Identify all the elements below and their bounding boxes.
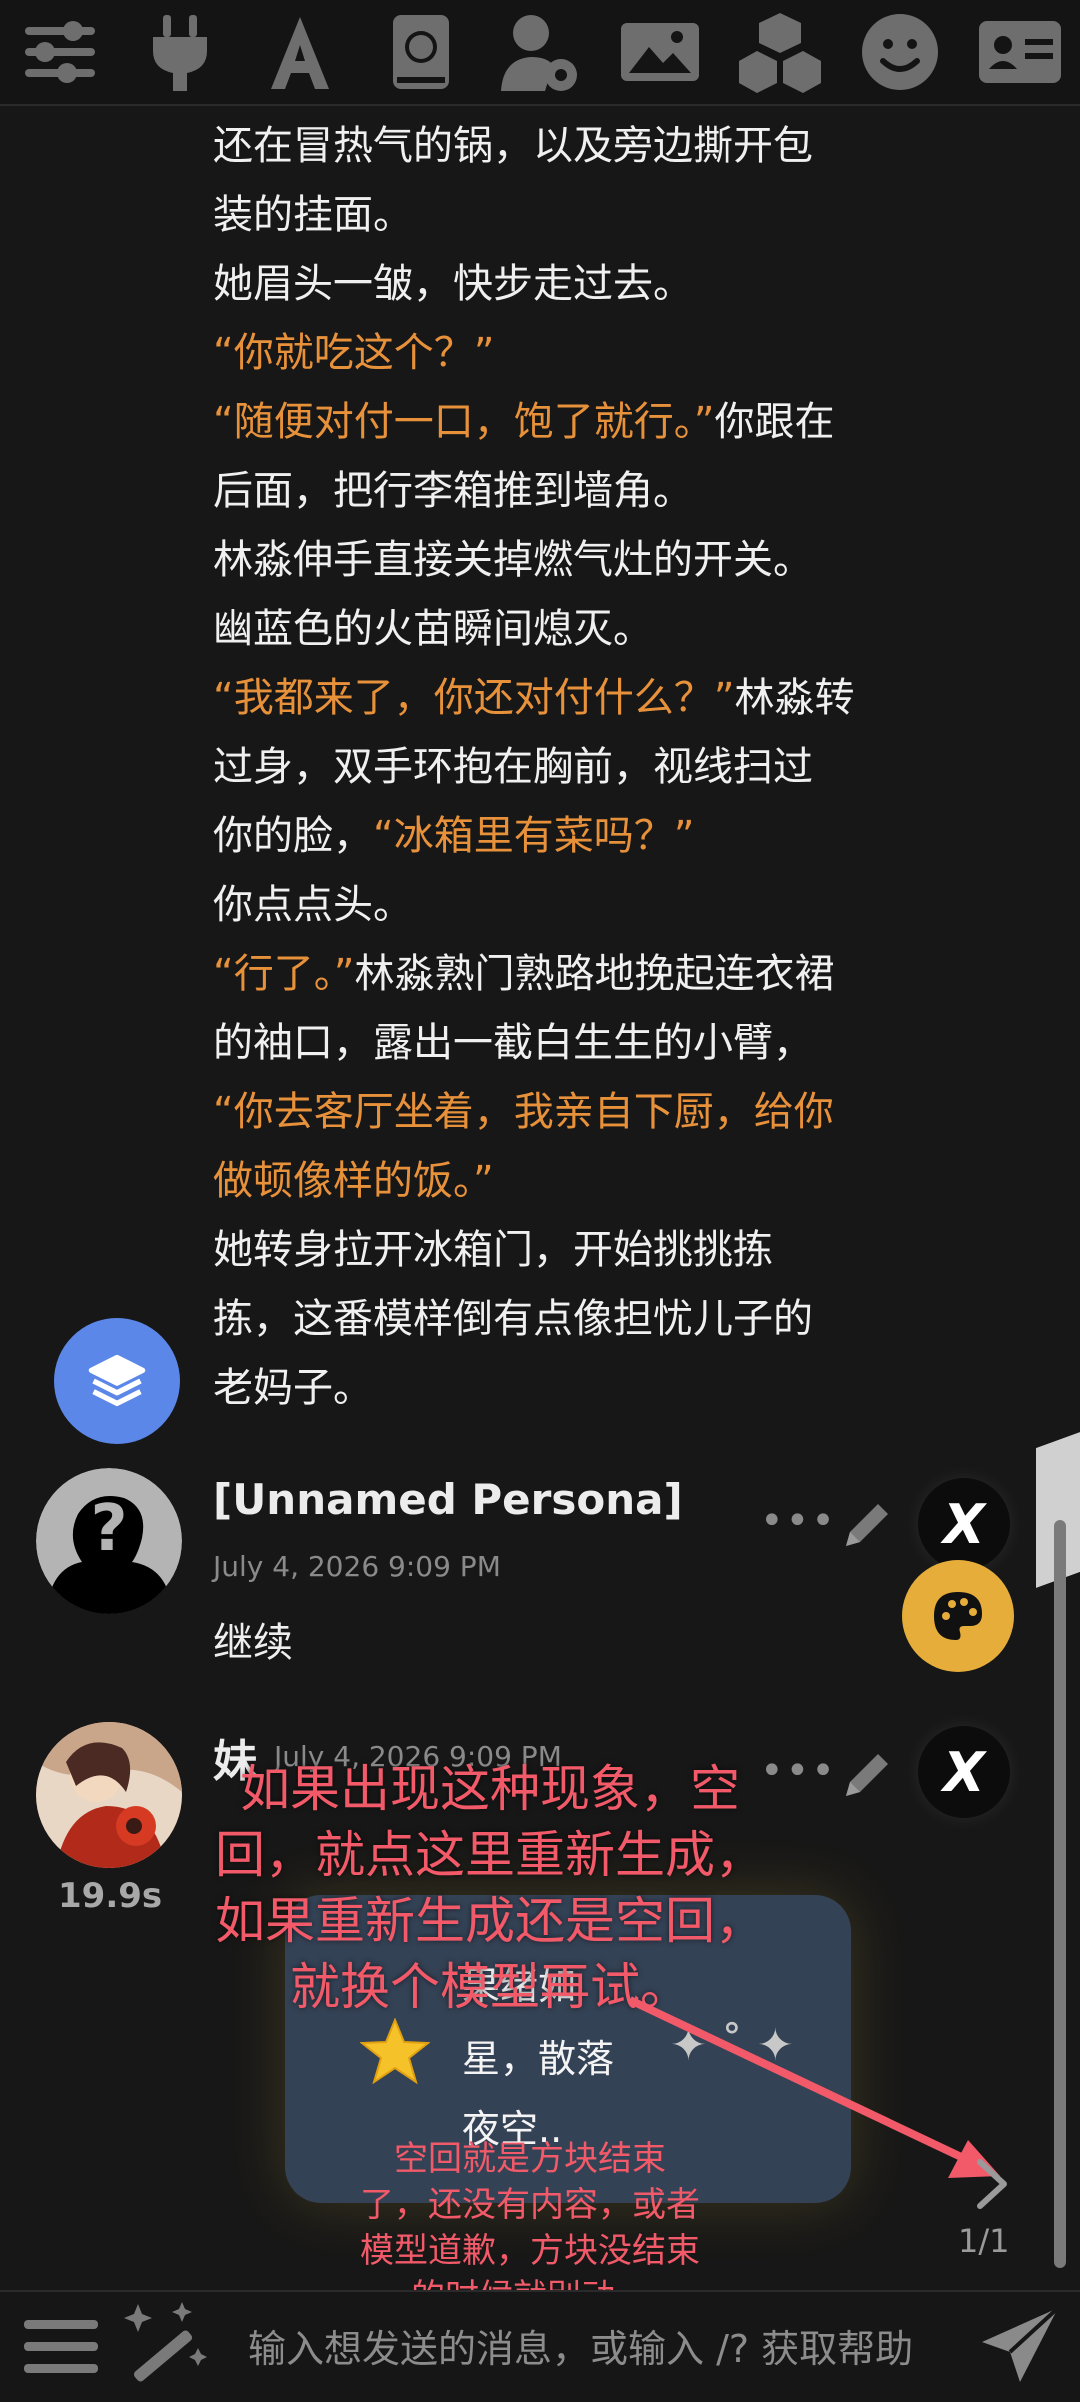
annotation-line: 空回就是方块结束 bbox=[394, 2139, 666, 2179]
hamburger-menu-icon[interactable] bbox=[20, 2312, 102, 2382]
annotation-arrow bbox=[628, 1996, 1000, 2178]
send-icon[interactable] bbox=[976, 2302, 1064, 2390]
swipe-counter: 1/1 bbox=[958, 2222, 1010, 2260]
magic-wand-icon[interactable] bbox=[118, 2298, 212, 2388]
next-swipe-arrow-icon[interactable] bbox=[966, 2156, 1016, 2212]
annotation-line: 了，还没有内容，或者 bbox=[360, 2185, 700, 2225]
annotation-line: 模型道歉，方块没结束 bbox=[360, 2231, 700, 2271]
message-input[interactable]: 输入想发送的消息，或输入 /? 获取帮助 bbox=[248, 2318, 956, 2373]
